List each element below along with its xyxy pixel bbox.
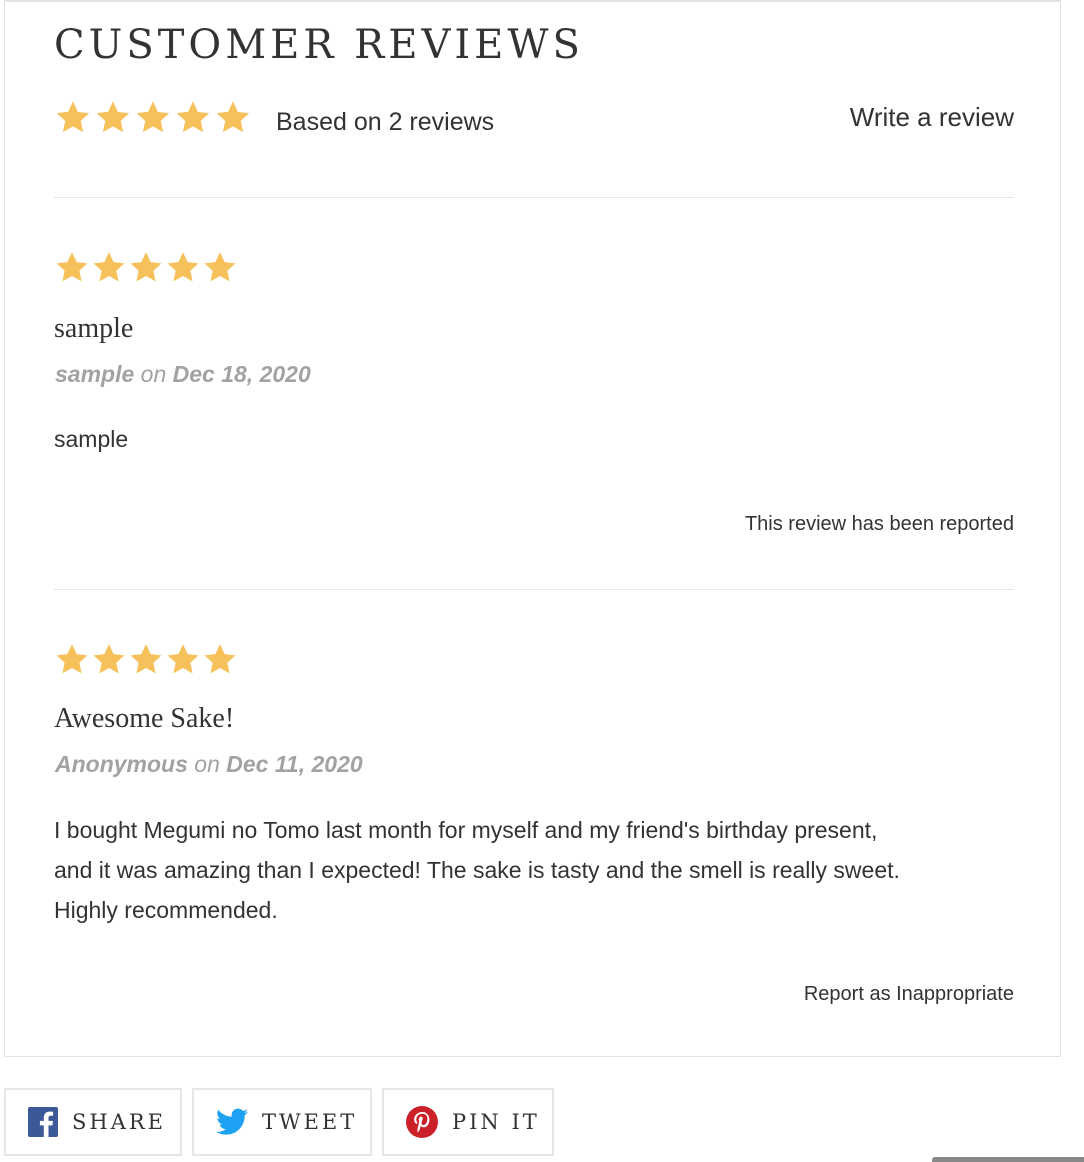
review-title: Awesome Sake! <box>54 703 235 734</box>
review-author: Anonymous <box>55 751 188 777</box>
review-on: on <box>194 751 220 777</box>
review-title: sample <box>54 313 134 344</box>
pinterest-icon <box>406 1106 438 1138</box>
review-body-line: and it was amazing than I expected! The … <box>54 857 900 883</box>
twitter-tweet-label: TWEET <box>262 1110 358 1134</box>
review-meta: Anonymous on Dec 11, 2020 <box>55 751 363 778</box>
star-icon <box>216 101 250 133</box>
review-body: I bought Megumi no Tomo last month for m… <box>54 810 1024 930</box>
review-reported-status: This review has been reported <box>744 513 1014 535</box>
facebook-share-label: SHARE <box>72 1110 167 1134</box>
review-body-line: I bought Megumi no Tomo last month for m… <box>54 817 878 843</box>
twitter-icon <box>216 1108 248 1136</box>
review-author: sample <box>55 361 135 387</box>
star-icon <box>167 252 199 282</box>
review-body: sample <box>54 426 129 452</box>
star-icon <box>96 101 130 133</box>
pinterest-pin-label: PIN IT <box>452 1110 540 1134</box>
pinterest-pin-button[interactable]: PIN IT <box>382 1088 554 1156</box>
star-icon <box>130 644 162 674</box>
divider <box>54 197 1014 198</box>
divider <box>54 589 1014 590</box>
star-icon <box>93 252 125 282</box>
star-icon <box>56 644 88 674</box>
review-on: on <box>140 361 167 387</box>
average-rating-stars <box>54 99 252 137</box>
facebook-share-button[interactable]: SHARE <box>4 1088 182 1156</box>
star-icon <box>204 644 236 674</box>
review-rating-stars <box>54 642 239 678</box>
review-body-line: Highly recommended. <box>54 897 278 923</box>
section-title: CUSTOMER REVIEWS <box>54 22 584 68</box>
write-review-link[interactable]: Write a review <box>850 102 1014 133</box>
report-inappropriate-link[interactable]: Report as Inappropriate <box>804 983 1014 1006</box>
facebook-icon <box>28 1107 58 1137</box>
star-icon <box>93 644 125 674</box>
scrollbar-thumb[interactable] <box>932 1157 1084 1162</box>
star-icon <box>56 252 88 282</box>
review-date: Dec 18, 2020 <box>172 361 311 387</box>
star-icon <box>136 101 170 133</box>
twitter-tweet-button[interactable]: TWEET <box>192 1088 372 1156</box>
star-icon <box>56 101 90 133</box>
star-icon <box>130 252 162 282</box>
review-date: Dec 11, 2020 <box>226 751 363 777</box>
review-count-summary: Based on 2 reviews <box>276 108 495 136</box>
star-icon <box>167 644 199 674</box>
star-icon <box>204 252 236 282</box>
review-rating-stars <box>54 250 239 286</box>
star-icon <box>176 101 210 133</box>
review-meta: sample on Dec 18, 2020 <box>55 361 311 388</box>
